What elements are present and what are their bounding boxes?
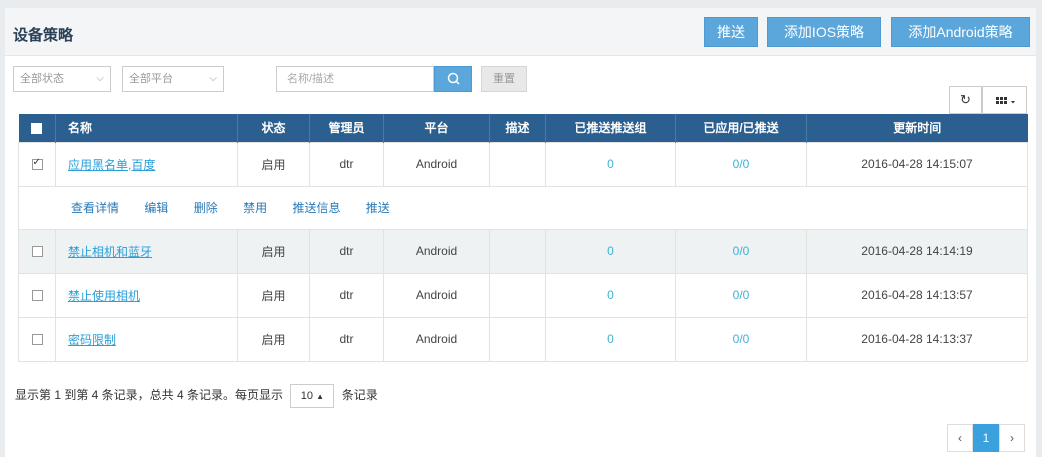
page-1-button[interactable]: 1 bbox=[973, 424, 999, 452]
page-title: 设备策略 bbox=[13, 27, 74, 44]
platform-filter-select[interactable]: 全部平台 ⌵ bbox=[122, 66, 224, 92]
column-header-platform[interactable]: 平台 bbox=[383, 114, 490, 142]
edit-action[interactable]: 编辑 bbox=[144, 201, 168, 215]
column-header-desc[interactable]: 描述 bbox=[489, 114, 546, 142]
policy-name-cell: 禁止使用相机 bbox=[55, 272, 238, 318]
main-panel: 设备策略 推送 添加IOS策略 添加Android策略 全部状态 ⌵ 全部平台 … bbox=[5, 8, 1036, 457]
status-cell: 启用 bbox=[237, 228, 310, 274]
select-all-cell[interactable] bbox=[18, 114, 56, 142]
table-row[interactable]: 禁止使用相机 启用 dtr Android 0 0/0 2016-04-28 1… bbox=[18, 272, 1028, 318]
policy-name-link[interactable]: 应用黑名单,百度 bbox=[68, 158, 155, 172]
column-header-status[interactable]: 状态 bbox=[237, 114, 310, 142]
status-filter-value: 全部状态 bbox=[20, 73, 64, 85]
updated-time-cell: 2016-04-28 14:13:37 bbox=[806, 316, 1028, 362]
applied-cell: 0/0 bbox=[675, 141, 807, 187]
status-cell: 启用 bbox=[237, 316, 310, 362]
pushed-groups-cell: 0 bbox=[545, 228, 676, 274]
updated-time-cell: 2016-04-28 14:13:57 bbox=[806, 272, 1028, 318]
row-checkbox[interactable] bbox=[31, 157, 43, 171]
admin-cell: dtr bbox=[309, 316, 384, 362]
pushed-groups-cell: 0 bbox=[545, 316, 676, 362]
row-checkbox-cell[interactable] bbox=[18, 228, 56, 274]
row-checkbox[interactable] bbox=[31, 290, 43, 302]
admin-cell: dtr bbox=[309, 141, 384, 187]
select-all-checkbox[interactable] bbox=[31, 123, 43, 135]
push-action[interactable]: 推送 bbox=[366, 201, 390, 215]
page-size-value: 10 bbox=[300, 390, 313, 402]
prev-page-button[interactable]: ‹ bbox=[947, 424, 973, 452]
row-checkbox-cell[interactable] bbox=[18, 141, 56, 187]
refresh-button[interactable]: ↻ bbox=[949, 86, 982, 114]
pagination-summary: 显示第 1 到第 4 条记录，总共 4 条记录。每页显示 10 ▲ 条记录 bbox=[15, 384, 378, 408]
page-header: 设备策略 推送 添加IOS策略 添加Android策略 bbox=[5, 8, 1036, 56]
refresh-icon: ↻ bbox=[960, 92, 971, 107]
row-actions-cell: 查看详情 编辑 删除 禁用 推送信息 推送 bbox=[18, 185, 1028, 230]
platform-cell: Android bbox=[383, 272, 490, 318]
column-header-name[interactable]: 名称 bbox=[55, 114, 238, 142]
delete-action[interactable]: 删除 bbox=[194, 201, 218, 215]
desc-cell bbox=[489, 316, 546, 362]
platform-filter-value: 全部平台 bbox=[129, 73, 173, 85]
reset-button[interactable]: 重置 bbox=[481, 66, 527, 92]
desc-cell bbox=[489, 272, 546, 318]
admin-cell: dtr bbox=[309, 272, 384, 318]
policy-table: 名称 状态 管理员 平台 描述 已推送推送组 已应用/已推送 更新时间 应用黑名… bbox=[18, 114, 1028, 362]
disable-action[interactable]: 禁用 bbox=[243, 201, 267, 215]
policy-name-link[interactable]: 禁止相机和蓝牙 bbox=[68, 245, 152, 259]
status-filter-select[interactable]: 全部状态 ⌵ bbox=[13, 66, 111, 92]
policy-name-link[interactable]: 禁止使用相机 bbox=[68, 289, 140, 303]
table-row[interactable]: 应用黑名单,百度 启用 dtr Android 0 0/0 2016-04-28… bbox=[18, 141, 1028, 187]
row-actions-bar: 查看详情 编辑 删除 禁用 推送信息 推送 bbox=[18, 185, 1028, 230]
caret-up-icon: ▲ bbox=[316, 392, 324, 401]
updated-time-cell: 2016-04-28 14:15:07 bbox=[806, 141, 1028, 187]
chevron-down-icon: ⌵ bbox=[209, 73, 217, 84]
applied-cell: 0/0 bbox=[675, 272, 807, 318]
row-checkbox[interactable] bbox=[31, 334, 43, 346]
applied-cell: 0/0 bbox=[675, 316, 807, 362]
summary-suffix: 条记录 bbox=[341, 388, 378, 403]
grid-icon bbox=[995, 96, 1015, 104]
applied-cell: 0/0 bbox=[675, 228, 807, 274]
row-checkbox-cell[interactable] bbox=[18, 272, 56, 318]
column-header-admin[interactable]: 管理员 bbox=[309, 114, 384, 142]
column-header-updated[interactable]: 更新时间 bbox=[806, 114, 1028, 142]
status-cell: 启用 bbox=[237, 272, 310, 318]
policy-name-cell: 密码限制 bbox=[55, 316, 238, 362]
next-page-button[interactable]: › bbox=[999, 424, 1025, 452]
platform-cell: Android bbox=[383, 228, 490, 274]
column-header-pushed-groups[interactable]: 已推送推送组 bbox=[545, 114, 676, 142]
table-header-row: 名称 状态 管理员 平台 描述 已推送推送组 已应用/已推送 更新时间 bbox=[18, 114, 1028, 142]
push-info-action[interactable]: 推送信息 bbox=[292, 201, 340, 215]
column-header-applied[interactable]: 已应用/已推送 bbox=[675, 114, 807, 142]
push-button[interactable]: 推送 bbox=[704, 17, 758, 47]
view-details-action[interactable]: 查看详情 bbox=[71, 201, 119, 215]
chevron-down-icon: ⌵ bbox=[96, 73, 104, 84]
page-size-select[interactable]: 10 ▲ bbox=[290, 384, 335, 408]
policy-name-link[interactable]: 密码限制 bbox=[68, 333, 116, 347]
desc-cell bbox=[489, 141, 546, 187]
search-input[interactable]: 名称/描述 bbox=[276, 66, 434, 92]
pushed-groups-cell: 0 bbox=[545, 272, 676, 318]
policy-name-cell: 应用黑名单,百度 bbox=[55, 141, 238, 187]
status-cell: 启用 bbox=[237, 141, 310, 187]
admin-cell: dtr bbox=[309, 228, 384, 274]
pushed-groups-cell: 0 bbox=[545, 141, 676, 187]
search-button[interactable] bbox=[434, 66, 472, 92]
table-row[interactable]: 密码限制 启用 dtr Android 0 0/0 2016-04-28 14:… bbox=[18, 316, 1028, 362]
columns-toggle-button[interactable] bbox=[982, 86, 1027, 114]
add-android-policy-button[interactable]: 添加Android策略 bbox=[891, 17, 1030, 47]
row-checkbox-cell[interactable] bbox=[18, 316, 56, 362]
platform-cell: Android bbox=[383, 316, 490, 362]
search-icon bbox=[447, 72, 460, 85]
summary-prefix: 显示第 1 到第 4 条记录，总共 4 条记录。每页显示 bbox=[15, 388, 284, 403]
desc-cell bbox=[489, 228, 546, 274]
add-ios-policy-button[interactable]: 添加IOS策略 bbox=[767, 17, 881, 47]
row-checkbox[interactable] bbox=[31, 246, 43, 258]
policy-name-cell: 禁止相机和蓝牙 bbox=[55, 228, 238, 274]
updated-time-cell: 2016-04-28 14:14:19 bbox=[806, 228, 1028, 274]
table-row[interactable]: 禁止相机和蓝牙 启用 dtr Android 0 0/0 2016-04-28 … bbox=[18, 228, 1028, 274]
platform-cell: Android bbox=[383, 141, 490, 187]
